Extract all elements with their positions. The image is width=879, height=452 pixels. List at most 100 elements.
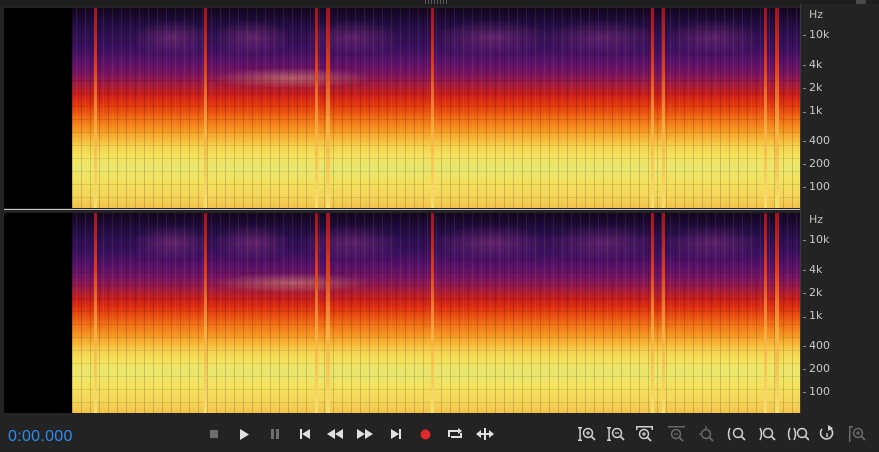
transient-streak (775, 213, 779, 413)
ruler-tick (803, 346, 806, 347)
zoom-reset-icon (819, 425, 834, 440)
ruler-edge (800, 209, 801, 414)
ruler-tick (803, 187, 806, 188)
transient-streak (764, 213, 767, 413)
zoom-reset-button[interactable] (816, 424, 838, 444)
rewind-button[interactable] (324, 424, 346, 444)
record-icon (420, 429, 430, 439)
ruler-tick (803, 293, 806, 294)
zoom-out-time-icon (668, 426, 685, 442)
ruler-edge (800, 4, 801, 209)
ruler-tick (803, 88, 806, 89)
transient-streak (204, 213, 207, 413)
loop-icon (448, 428, 462, 438)
fast-forward-button[interactable] (354, 424, 376, 444)
panel-resize-grip[interactable] (425, 0, 449, 4)
ruler-label: 100 (809, 385, 830, 398)
zoom-out-time-button[interactable] (666, 424, 688, 444)
skip-selection-button[interactable] (474, 424, 496, 444)
zoom-in-amplitude-button[interactable] (576, 424, 598, 444)
rewind-icon (327, 429, 343, 439)
zoom-in-at-end-button[interactable] (757, 424, 779, 444)
zoom-in-at-start-button[interactable] (726, 424, 748, 444)
ruler-label: 10k (809, 233, 830, 246)
loop-button[interactable] (444, 424, 466, 444)
go-to-start-button[interactable] (294, 424, 316, 444)
zoom-out-full-icon (699, 426, 714, 442)
ruler-label: 2k (809, 286, 823, 299)
ruler-tick (803, 317, 806, 318)
current-time-display[interactable]: 0:00.000 (8, 428, 73, 446)
ruler-tick (803, 270, 806, 271)
transient-streak (651, 213, 654, 413)
frequency-ruler-channel-2[interactable]: Hz 10k 4k 2k 1k 400 200 100 (800, 209, 879, 414)
go-to-end-button[interactable] (385, 424, 407, 444)
ruler-label: 1k (809, 104, 823, 117)
transient-streak (662, 8, 665, 208)
record-button[interactable] (414, 424, 436, 444)
skip-back-icon (300, 429, 310, 439)
transient-streak (204, 8, 207, 208)
transient-streak (651, 8, 654, 208)
ruler-label: 100 (809, 180, 830, 193)
zoom-out-amplitude-button[interactable] (605, 424, 627, 444)
ruler-tick (803, 65, 806, 66)
zoom-in-amplitude-icon (578, 427, 596, 441)
zoom-in-end-icon (759, 427, 776, 441)
channel-divider[interactable] (4, 209, 800, 210)
zoom-selected-tracks-button[interactable] (847, 424, 869, 444)
ruler-label: 4k (809, 58, 823, 71)
play-icon (240, 428, 249, 440)
zoom-to-selection-button[interactable] (787, 424, 809, 444)
transient-streak (94, 8, 97, 208)
frequency-ruler-channel-1[interactable]: Hz 10k 4k 2k 1k 400 200 100 (800, 4, 879, 209)
ruler-tick (803, 164, 806, 165)
ruler-label: 10k (809, 28, 830, 41)
transient-streak (662, 213, 665, 413)
transient-streak (431, 8, 434, 208)
pause-icon (271, 429, 279, 439)
stop-button[interactable] (203, 424, 225, 444)
fast-forward-icon (357, 429, 373, 439)
transient-streak (94, 213, 97, 413)
zoom-selection-icon (787, 427, 809, 441)
ruler-tick (803, 141, 806, 142)
spectrogram-channel-2[interactable] (4, 213, 800, 413)
zoom-out-amplitude-icon (607, 427, 625, 441)
ruler-label: 2k (809, 81, 823, 94)
ruler-label: 4k (809, 263, 823, 276)
ruler-unit-label: Hz (809, 213, 824, 226)
skip-selection-icon (476, 428, 494, 440)
ruler-label: 400 (809, 134, 830, 147)
ruler-label: 200 (809, 362, 830, 375)
transient-streak (764, 8, 767, 208)
top-strip (0, 0, 879, 6)
skip-forward-icon (391, 429, 401, 439)
transient-streak (326, 8, 330, 208)
ruler-label: 1k (809, 309, 823, 322)
spectrogram-noise (72, 213, 800, 413)
transient-streak (315, 8, 318, 208)
ruler-tick (803, 392, 806, 393)
zoom-in-time-button[interactable] (634, 424, 656, 444)
ruler-unit-label: Hz (809, 8, 824, 21)
ruler-label: 200 (809, 157, 830, 170)
ruler-tick (803, 112, 806, 113)
transient-streak (326, 213, 330, 413)
ruler-tick (803, 35, 806, 36)
pause-button[interactable] (264, 424, 286, 444)
zoom-tracks-icon (849, 426, 866, 442)
spectrogram-noise (72, 8, 800, 208)
play-button[interactable] (233, 424, 255, 444)
spectrogram-channel-1[interactable] (4, 8, 800, 208)
zoom-out-full-button[interactable] (696, 424, 718, 444)
stop-icon (210, 430, 218, 438)
transient-streak (315, 213, 318, 413)
transient-streak (431, 213, 434, 413)
spectral-editor: Hz 10k 4k 2k 1k 400 200 100 Hz 10k 4k 2k… (0, 0, 879, 452)
zoom-in-start-icon (727, 427, 746, 441)
ruler-label: 400 (809, 339, 830, 352)
ruler-tick (803, 369, 806, 370)
zoom-in-time-icon (636, 426, 653, 442)
transient-streak (775, 8, 779, 208)
